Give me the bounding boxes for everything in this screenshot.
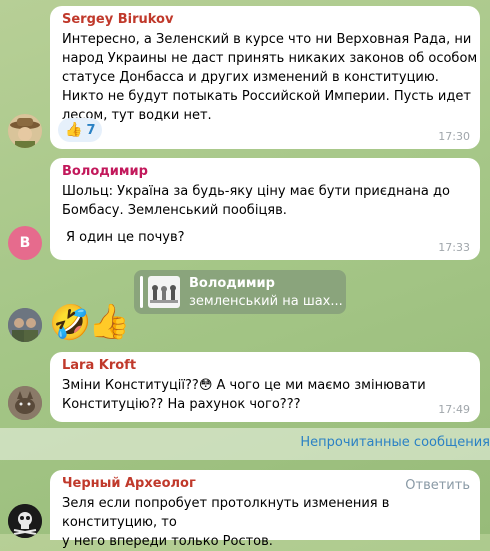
message-time: 17:30 <box>438 130 470 143</box>
message-line: Интересно, а Зеленский в курсе что ни Ве… <box>62 32 472 47</box>
unread-messages-separator: Непрочитанные сообщения <box>0 428 490 460</box>
message-line: Я один це почув? <box>66 230 185 245</box>
message-author[interactable]: Lara Kroft <box>62 358 136 373</box>
message-bubble[interactable]: Sergey Birukov Интересно, а Зеленский в … <box>50 6 480 149</box>
cowboy-avatar-icon <box>8 114 42 148</box>
skull-avatar-icon <box>8 504 42 538</box>
avatar[interactable] <box>8 386 42 420</box>
message-line: народ Украины не даст принять никаких за… <box>62 51 478 66</box>
sticker-laughing: 🤣 <box>49 303 92 343</box>
message-line: Никто не будут потыкать Российской Импер… <box>62 89 471 104</box>
message-line: статусе Донбасса и других изменений в ко… <box>62 70 439 85</box>
thumbs-up-icon: 👍 <box>65 122 83 138</box>
message-author[interactable]: Володимир <box>62 164 148 179</box>
message-text: Шольц: Україна за будь-яку ціну має бути… <box>62 182 450 247</box>
message-line: Бомбасу. Земленський пообіцяв. <box>62 203 287 218</box>
unread-messages-label: Непрочитанные сообщения <box>300 435 490 450</box>
reply-button[interactable]: Ответить <box>405 478 470 493</box>
message-time: 17:33 <box>438 241 470 254</box>
message-author[interactable]: Sergey Birukov <box>62 12 173 27</box>
forward-thumbnail <box>148 276 180 308</box>
message-line: Конституцію?? На рахунок чого??? <box>62 397 301 412</box>
message-line: лесом, тут водки нет. <box>62 108 212 123</box>
message-line <box>62 220 450 228</box>
cat-avatar-icon <box>8 386 42 420</box>
message-line: Зеля если попробует протолкнуть изменени… <box>62 496 390 530</box>
avatar[interactable] <box>8 504 42 538</box>
message-time: 17:49 <box>438 403 470 416</box>
message-line: у него впереди только Ростов. <box>62 534 273 549</box>
soldiers-avatar-icon <box>8 308 42 342</box>
forwarded-message-card[interactable]: Володимир земленський на шах... <box>134 270 346 314</box>
message-bubble[interactable]: Черный Археолог Ответить Зеля если попро… <box>50 470 480 549</box>
message-text: Зміни Конституції??😳 А чого це ми маємо … <box>62 376 426 414</box>
avatar[interactable] <box>8 114 42 148</box>
avatar-letter: B <box>19 235 31 251</box>
avatar[interactable]: B <box>8 226 42 260</box>
reaction-thumbs-up[interactable]: 👍 7 <box>58 118 103 142</box>
message-author[interactable]: Черный Археолог <box>62 476 196 491</box>
chess-pieces-icon <box>150 285 178 303</box>
reaction-count: 7 <box>86 122 96 138</box>
forward-preview: земленський на шах... <box>189 294 343 309</box>
message-text: Интересно, а Зеленский в курсе что ни Ве… <box>62 30 477 125</box>
message-bubble[interactable]: Lara Kroft Зміни Конституції??😳 А чого ц… <box>50 352 480 422</box>
sticker-thumbs-up: 👍 <box>88 302 131 342</box>
forward-accent-bar <box>140 276 143 308</box>
forward-author: Володимир <box>189 276 275 291</box>
message-text: Зеля если попробует протолкнуть изменени… <box>62 494 480 551</box>
avatar[interactable] <box>8 308 42 342</box>
message-line: Шольц: Україна за будь-яку ціну має бути… <box>62 184 450 199</box>
message-line: Зміни Конституції??😳 А чого це ми маємо … <box>62 378 426 393</box>
message-bubble[interactable]: Володимир Шольц: Україна за будь-яку цін… <box>50 158 480 260</box>
